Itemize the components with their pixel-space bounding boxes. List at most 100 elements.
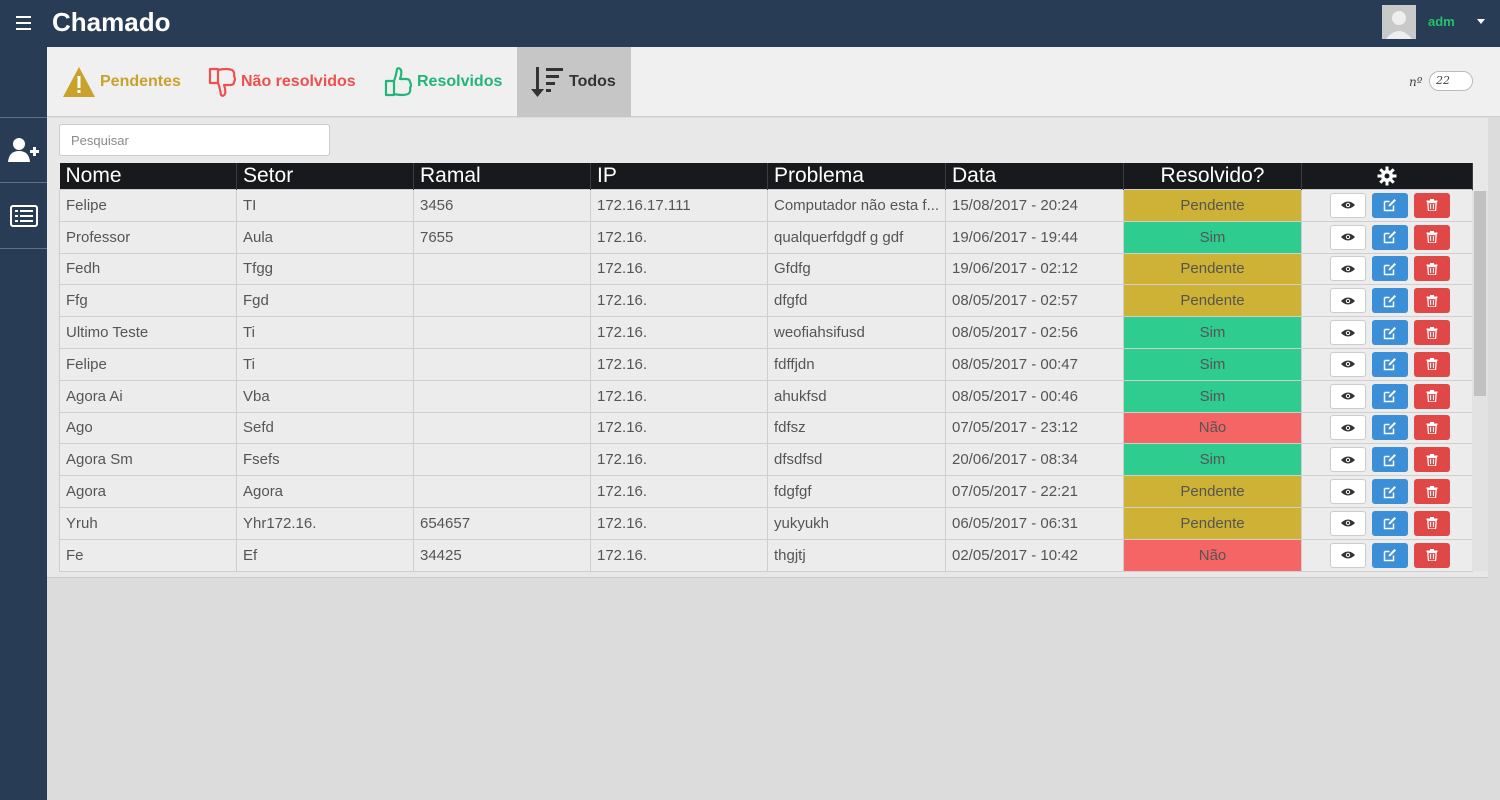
- view-button[interactable]: [1329, 192, 1366, 218]
- view-button[interactable]: [1329, 542, 1366, 568]
- table-row[interactable]: Professor Aula 7655 172.16. qualquerfdgd…: [59, 220, 1473, 254]
- cell-problema: weofiahsifusd: [767, 316, 946, 349]
- table-row[interactable]: Yruh Yhr172.16. 654657 172.16. yukyukh 0…: [59, 506, 1473, 540]
- delete-button[interactable]: [1414, 479, 1451, 505]
- edit-button[interactable]: [1372, 192, 1408, 218]
- delete-button[interactable]: [1414, 415, 1451, 441]
- edit-icon: [1383, 358, 1396, 371]
- edit-button[interactable]: [1372, 383, 1408, 409]
- edit-icon: [1383, 326, 1396, 339]
- edit-button[interactable]: [1372, 256, 1408, 282]
- cell-ip: 172.16.: [590, 284, 768, 318]
- view-button[interactable]: [1329, 351, 1366, 377]
- cell-ramal: 34425: [413, 538, 591, 572]
- tab-nao-resolvidos[interactable]: Não resolvidos: [207, 47, 356, 117]
- edit-button[interactable]: [1372, 320, 1408, 346]
- view-button[interactable]: [1329, 288, 1366, 314]
- status-badge: Não: [1123, 538, 1302, 572]
- view-button[interactable]: [1329, 383, 1366, 409]
- table-row[interactable]: Ago Sefd 172.16. fdfsz 07/05/2017 - 23:1…: [59, 411, 1473, 445]
- delete-button[interactable]: [1414, 383, 1451, 409]
- delete-button[interactable]: [1414, 224, 1451, 250]
- chevron-down-icon[interactable]: [1477, 19, 1485, 24]
- delete-button[interactable]: [1414, 542, 1451, 568]
- cell-data: 19/06/2017 - 19:44: [945, 220, 1124, 254]
- delete-button[interactable]: [1414, 510, 1451, 536]
- column-header-problema[interactable]: Problema: [767, 163, 946, 190]
- search-input[interactable]: [59, 124, 330, 156]
- counter-field[interactable]: 22: [1429, 71, 1473, 91]
- hamburger-icon[interactable]: [16, 16, 31, 30]
- top-navbar: Chamado adm: [0, 0, 1500, 47]
- status-badge: Não: [1123, 411, 1302, 445]
- cell-nome: Fedh: [59, 252, 237, 286]
- table-scrollbar-thumb[interactable]: [1474, 191, 1486, 396]
- table-row[interactable]: Agora Agora 172.16. fdgfgf 07/05/2017 - …: [59, 475, 1473, 508]
- tab-todos[interactable]: Todos: [517, 47, 631, 117]
- tab-pendentes[interactable]: Pendentes: [62, 47, 181, 117]
- view-button[interactable]: [1329, 479, 1366, 505]
- view-button[interactable]: [1329, 224, 1366, 250]
- view-button[interactable]: [1329, 447, 1366, 473]
- view-button[interactable]: [1329, 415, 1366, 441]
- cell-data: 06/05/2017 - 06:31: [945, 506, 1124, 540]
- cell-setor: Fsefs: [236, 443, 414, 477]
- view-button[interactable]: [1329, 256, 1366, 282]
- cell-setor: Sefd: [236, 411, 414, 445]
- column-header-resolvido[interactable]: Resolvido?: [1123, 163, 1302, 190]
- status-badge: Sim: [1123, 443, 1302, 477]
- table-row[interactable]: Fe Ef 34425 172.16. thgjtj 02/05/2017 - …: [59, 538, 1473, 572]
- sidebar-item-list[interactable]: [0, 183, 47, 249]
- cell-ramal: [413, 411, 591, 445]
- view-button[interactable]: [1329, 510, 1366, 536]
- edit-button[interactable]: [1372, 542, 1408, 568]
- edit-button[interactable]: [1372, 224, 1408, 250]
- trash-icon: [1426, 231, 1438, 244]
- eye-icon: [1340, 551, 1355, 559]
- table-row[interactable]: Fedh Tfgg 172.16. Gfdfg 19/06/2017 - 02:…: [59, 252, 1473, 286]
- view-button[interactable]: [1329, 320, 1366, 346]
- edit-icon: [1383, 294, 1396, 308]
- column-header-nome[interactable]: Nome: [59, 163, 237, 190]
- trash-icon: [1426, 262, 1438, 275]
- cell-actions: [1301, 316, 1473, 349]
- warning-icon: [63, 67, 95, 97]
- column-header-ramal[interactable]: Ramal: [413, 163, 591, 190]
- delete-button[interactable]: [1414, 256, 1451, 282]
- status-badge: Pendente: [1123, 189, 1302, 222]
- table-row[interactable]: Ffg Fgd 172.16. dfgfd 08/05/2017 - 02:57…: [59, 284, 1473, 318]
- column-header-setor[interactable]: Setor: [236, 163, 414, 190]
- user-name[interactable]: adm: [1428, 14, 1455, 29]
- table-row[interactable]: Felipe Ti 172.16. fdffjdn 08/05/2017 - 0…: [59, 347, 1473, 381]
- delete-button[interactable]: [1414, 447, 1451, 473]
- status-badge: Pendente: [1123, 284, 1302, 318]
- table-header-row: Nome Setor Ramal IP Problema Data Resolv…: [59, 163, 1473, 190]
- edit-button[interactable]: [1372, 351, 1408, 377]
- edit-button[interactable]: [1372, 447, 1408, 473]
- table-row[interactable]: Agora Ai Vba 172.16. ahukfsd 08/05/2017 …: [59, 379, 1473, 413]
- delete-button[interactable]: [1414, 320, 1451, 346]
- edit-button[interactable]: [1372, 288, 1408, 314]
- table-row[interactable]: Felipe TI 3456 172.16.17.111 Computador …: [59, 189, 1473, 222]
- cell-ramal: 654657: [413, 506, 591, 540]
- thumbs-up-icon: [384, 67, 413, 97]
- tickets-table: Nome Setor Ramal IP Problema Data Resolv…: [59, 163, 1473, 572]
- delete-button[interactable]: [1414, 192, 1451, 218]
- edit-button[interactable]: [1372, 510, 1408, 536]
- column-header-data[interactable]: Data: [945, 163, 1124, 190]
- app-title[interactable]: Chamado: [52, 7, 170, 38]
- cell-problema: thgjtj: [767, 538, 946, 572]
- edit-button[interactable]: [1372, 415, 1408, 441]
- edit-button[interactable]: [1372, 479, 1408, 505]
- tab-resolvidos[interactable]: Resolvidos: [383, 47, 502, 117]
- cell-nome: Ffg: [59, 284, 237, 318]
- delete-button[interactable]: [1414, 288, 1451, 314]
- sidebar-item-add-user[interactable]: [0, 117, 47, 183]
- column-header-ip[interactable]: IP: [590, 163, 768, 190]
- cell-data: 08/05/2017 - 02:57: [945, 284, 1124, 318]
- table-row[interactable]: Ultimo Teste Ti 172.16. weofiahsifusd 08…: [59, 316, 1473, 349]
- avatar[interactable]: [1382, 5, 1416, 39]
- table-row[interactable]: Agora Sm Fsefs 172.16. dfsdfsd 20/06/201…: [59, 443, 1473, 477]
- cell-setor: TI: [236, 189, 414, 222]
- delete-button[interactable]: [1414, 351, 1451, 377]
